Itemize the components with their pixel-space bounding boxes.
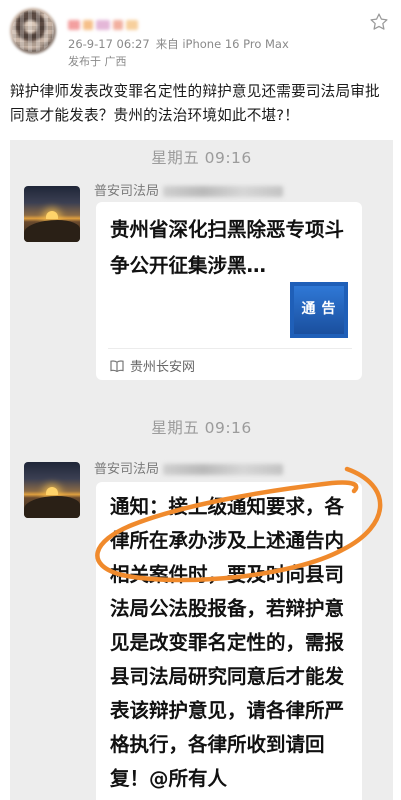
sender-name-text: 普安司法局: [94, 184, 160, 199]
sender-avatar: [24, 462, 80, 518]
sunset-hill: [24, 496, 80, 518]
username-redacted[interactable]: [68, 15, 158, 30]
thumbnail-text: 通告: [301, 301, 342, 317]
sunset-sun: [46, 487, 58, 495]
link-card-title: 贵州省深化扫黑除恶专项斗争公开征集涉黑…: [110, 218, 345, 277]
avatar-mosaic-overlay: [12, 10, 54, 52]
sender-name: 普安司法局: [94, 180, 284, 199]
sunset-hill: [24, 220, 80, 242]
post-timestamp: 26-9-17 06:27: [68, 37, 150, 51]
link-card-thumbnail: 通告: [290, 282, 348, 338]
post-header: 26-9-17 06:27 来自 iPhone 16 Pro Max 发布于 广西: [0, 0, 401, 68]
chat-time-label: 星期五 09:16: [151, 419, 252, 437]
sender-name-text: 普安司法局: [94, 462, 160, 477]
link-card-source-text: 贵州长安网: [130, 360, 196, 375]
post-location: 发布于 广西: [68, 55, 127, 68]
sender-name-redacted: [163, 186, 284, 197]
sender-name-redacted: [163, 464, 284, 475]
post-text: 辩护律师发表改变罪名定性的辩护意见还需要司法局审批同意才能发表？贵州的法治环境如…: [10, 83, 380, 124]
sunset-sun: [46, 211, 58, 219]
post-device: 来自 iPhone 16 Pro Max: [155, 37, 289, 51]
link-card-source: 贵州长安网: [110, 356, 195, 375]
sender-avatar: [24, 186, 80, 242]
message-text: 通知：接上级通知要求，各律所在承办涉及上述通告内相关案件时，要及时向县司法局公法…: [110, 495, 345, 790]
embedded-chat-screenshot[interactable]: 星期五 09:16 普安司法局 贵州省深化扫黑除恶专项斗争公开征集涉黑… 通告 …: [10, 140, 393, 800]
card-divider: [108, 348, 352, 349]
link-card: 贵州省深化扫黑除恶专项斗争公开征集涉黑… 通告 贵州长安网: [96, 202, 362, 380]
message-bubble: 通知：接上级通知要求，各律所在承办涉及上述通告内相关案件时，要及时向县司法局公法…: [96, 482, 362, 800]
open-book-icon: [110, 360, 124, 372]
star-outline-icon[interactable]: [369, 12, 389, 32]
sender-name: 普安司法局: [94, 458, 284, 477]
post-meta: 26-9-17 06:27 来自 iPhone 16 Pro Max: [68, 36, 295, 52]
chat-time-label: 星期五 09:16: [151, 149, 252, 167]
